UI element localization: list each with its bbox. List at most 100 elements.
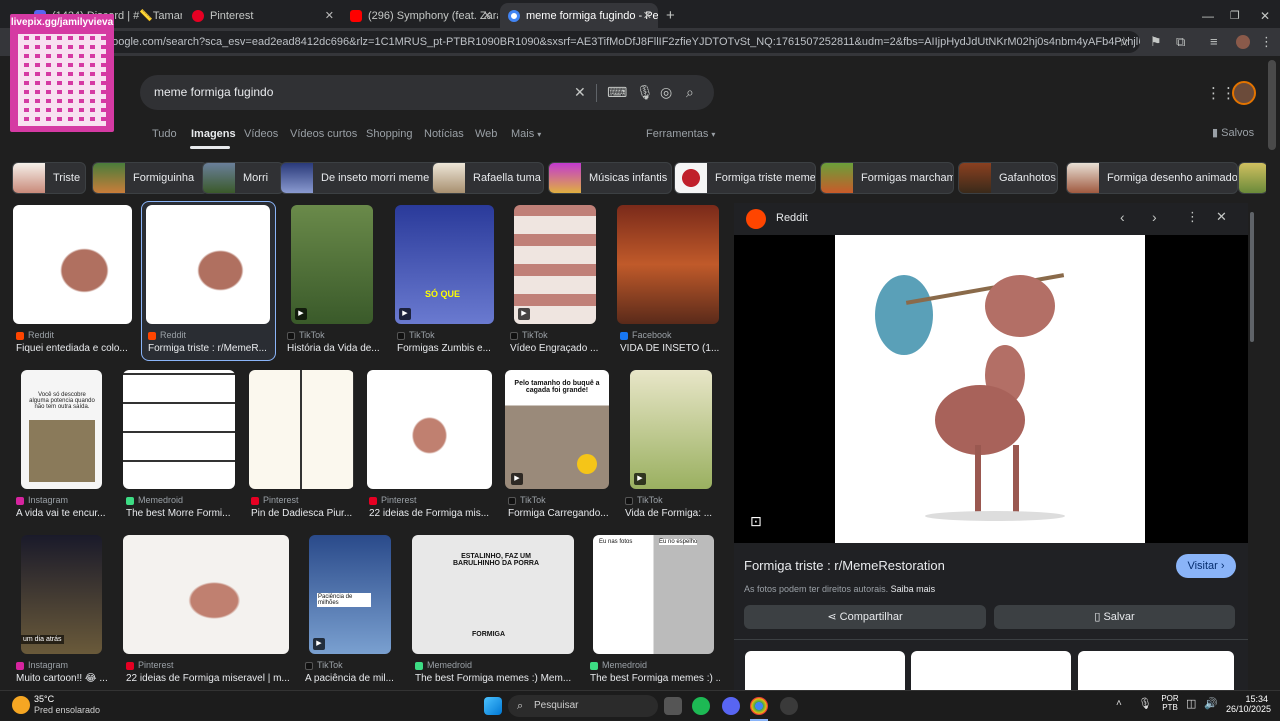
discord-icon[interactable]: [722, 697, 740, 715]
related-image[interactable]: [911, 651, 1071, 691]
bookmark-star-icon[interactable]: ☆: [1118, 34, 1130, 50]
microphone-icon[interactable]: 🎙: [636, 84, 654, 101]
result-caption[interactable]: Muito cartoon!! 😂 ...: [16, 673, 114, 684]
chip-rafaella-tuma[interactable]: Rafaella tuma: [432, 162, 544, 194]
result-caption[interactable]: A paciência de mil...: [305, 673, 397, 684]
share-button[interactable]: ⋖ Compartilhar: [744, 605, 986, 629]
result-image[interactable]: ESTALINHO, FAZ UM BARULHINHO DA PORRA FOR…: [412, 535, 574, 654]
lens-camera-icon[interactable]: ◎: [660, 84, 672, 101]
result-caption[interactable]: Vídeo Engraçado ...: [510, 343, 604, 354]
chip-formiguinha[interactable]: Formiguinha: [92, 162, 208, 194]
panel-title[interactable]: Formiga triste : r/MemeRestoration: [744, 558, 945, 573]
next-icon[interactable]: ›: [1152, 209, 1157, 225]
account-avatar[interactable]: [1232, 81, 1256, 105]
result-image[interactable]: [617, 205, 719, 324]
nav-tab-videos[interactable]: Vídeos: [244, 128, 278, 140]
media-control-icon[interactable]: ≡: [1210, 34, 1218, 49]
close-icon[interactable]: ✕: [1216, 209, 1227, 225]
close-tab-icon[interactable]: ✕: [325, 9, 334, 22]
previous-icon[interactable]: ‹: [1120, 209, 1125, 225]
tab-google-search[interactable]: meme formiga fugindo - Pesqu... ✕: [500, 3, 658, 28]
spotify-icon[interactable]: [692, 697, 710, 715]
result-image[interactable]: Pelo tamanho do buquê a cagada foi grand…: [505, 370, 609, 489]
chip-formiga-desenho-animado[interactable]: Formiga desenho animado: [1066, 162, 1238, 194]
restore-window-icon[interactable]: ❐: [1222, 3, 1248, 28]
related-image[interactable]: [745, 651, 905, 691]
taskbar-search[interactable]: ⌕ Pesquisar: [508, 695, 658, 717]
windows-start-icon[interactable]: [484, 697, 502, 715]
nav-tab-web[interactable]: Web: [475, 128, 497, 140]
related-image[interactable]: [1078, 651, 1234, 691]
result-caption[interactable]: 22 ideias de Formiga mis...: [369, 508, 491, 519]
result-caption[interactable]: Formiga Carregando...: [508, 508, 608, 519]
page-scrollbar[interactable]: [1268, 60, 1276, 150]
result-caption[interactable]: The best Formiga memes :) ...: [590, 673, 720, 684]
learn-more-link[interactable]: Saiba mais: [891, 584, 936, 594]
tab-youtube[interactable]: (296) Symphony (feat. Zara Lar... ✕: [342, 3, 498, 28]
nav-tab-more[interactable]: Mais ▾: [511, 128, 541, 140]
preview-image[interactable]: [835, 235, 1145, 543]
result-image-selected[interactable]: [146, 205, 270, 324]
result-caption[interactable]: Formigas Zumbis e...: [397, 343, 493, 354]
chip-triste[interactable]: Triste: [12, 162, 86, 194]
nav-tab-short-videos[interactable]: Vídeos curtos: [290, 128, 357, 140]
chevron-up-icon[interactable]: ˄: [1116, 698, 1122, 709]
result-image[interactable]: ▶: [514, 205, 596, 324]
clock[interactable]: 15:34 26/10/2025: [1226, 694, 1271, 714]
result-caption[interactable]: História da Vida de...: [287, 343, 383, 354]
chip-morri[interactable]: Morri: [202, 162, 284, 194]
result-caption[interactable]: Pin de Dadiesca Piur...: [251, 508, 355, 519]
result-caption[interactable]: The best Morre Formi...: [126, 508, 234, 519]
result-image[interactable]: um dia atrás: [21, 535, 102, 654]
result-image[interactable]: Eu nas fotos Eu no espelho: [593, 535, 714, 654]
microphone-icon[interactable]: 🎙: [1138, 697, 1152, 710]
task-view-icon[interactable]: [664, 697, 682, 715]
close-tab-icon[interactable]: ✕: [483, 9, 492, 22]
language-indicator[interactable]: POR PTB: [1160, 694, 1180, 712]
result-caption[interactable]: 22 ideias de Formiga miseravel | m...: [126, 673, 290, 684]
more-options-icon[interactable]: ⋮: [1186, 209, 1199, 225]
steam-icon[interactable]: [780, 697, 798, 715]
result-image[interactable]: [123, 370, 235, 489]
close-window-icon[interactable]: ✕: [1252, 3, 1278, 28]
weather-temp[interactable]: 35°C: [34, 694, 54, 704]
result-image[interactable]: ▶: [291, 205, 373, 324]
saved-button[interactable]: ▮ Salvos: [1212, 126, 1254, 139]
result-image[interactable]: ▶: [630, 370, 712, 489]
chip-de-inseto-morri-meme[interactable]: De inseto morri meme: [280, 162, 440, 194]
chip-musicas-infantis[interactable]: Músicas infantis: [548, 162, 672, 194]
chrome-icon[interactable]: [750, 697, 768, 715]
search-icon[interactable]: ⌕: [686, 84, 694, 101]
nav-tab-images[interactable]: Imagens: [191, 128, 236, 140]
menu-kebab-icon[interactable]: ⋮: [1260, 34, 1273, 50]
result-caption[interactable]: Vida de Formiga: ...: [625, 508, 713, 519]
extension-icon[interactable]: ⚑: [1150, 34, 1162, 50]
keyboard-icon[interactable]: ⌨: [607, 84, 627, 101]
result-image[interactable]: [367, 370, 492, 489]
result-image[interactable]: Paciência de milhões ▶: [309, 535, 391, 654]
new-tab-button[interactable]: +: [662, 3, 682, 28]
search-box[interactable]: meme formiga fugindo ✕ ⌨ 🎙 ◎ ⌕: [140, 75, 714, 110]
network-icon[interactable]: ◫: [1186, 697, 1196, 710]
chip-gafanhotos[interactable]: Gafanhotos: [958, 162, 1058, 194]
chip-formigas-marcham[interactable]: Formigas marcham: [820, 162, 954, 194]
tab-pinterest[interactable]: Pinterest ✕: [184, 3, 340, 28]
address-bar[interactable]: google.com/search?sca_esv=ead2ead8412dc6…: [100, 31, 1140, 53]
result-caption[interactable]: Fiquei entediada e colo...: [16, 343, 134, 354]
volume-icon[interactable]: 🔊: [1204, 697, 1218, 710]
chip-partial[interactable]: [1238, 162, 1266, 194]
visit-button[interactable]: Visitar ›: [1176, 554, 1236, 578]
puzzle-icon[interactable]: ⧉: [1176, 34, 1185, 50]
result-image[interactable]: Você só descobre alguma potencia quando …: [21, 370, 102, 489]
tools-button[interactable]: Ferramentas ▾: [646, 128, 715, 140]
result-image[interactable]: [249, 370, 354, 489]
nav-tab-all[interactable]: Tudo: [152, 128, 177, 140]
result-image[interactable]: [123, 535, 289, 654]
result-image[interactable]: SÓ QUE ▶: [395, 205, 494, 324]
nav-tab-news[interactable]: Notícias: [424, 128, 464, 140]
clear-search-icon[interactable]: ✕: [574, 84, 586, 101]
profile-icon[interactable]: [1236, 35, 1250, 49]
weather-sun-icon[interactable]: [12, 696, 30, 714]
result-caption[interactable]: Formiga triste : r/MemeR...: [148, 343, 270, 354]
minimize-window-icon[interactable]: —: [1194, 3, 1222, 28]
